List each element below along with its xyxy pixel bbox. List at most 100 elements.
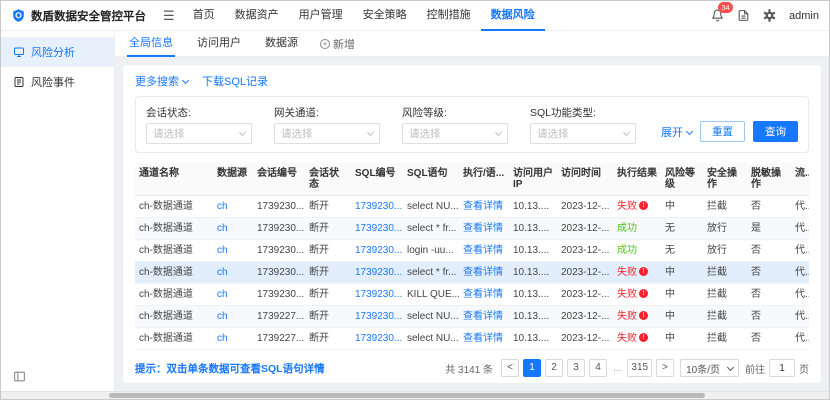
cell-channel: ch-数据通道 [135, 306, 213, 327]
cell-sql: select NU... [403, 196, 459, 217]
cell-sql_no[interactable]: 1739230... [351, 328, 403, 349]
cell-mask: 否 [747, 328, 791, 349]
expand-link[interactable]: 展开 [661, 124, 692, 140]
expand-label: 展开 [661, 127, 683, 139]
tab-bar: 全局信息访问用户数据源 + 新增 [115, 31, 829, 57]
table-row[interactable]: ch-数据通道ch1739227...断开1739230...select NU… [135, 306, 809, 328]
cell-sql_no[interactable]: 1739230... [351, 196, 403, 217]
cell-channel: ch-数据通道 [135, 262, 213, 283]
download-sql-link[interactable]: 下载SQL记录 [202, 73, 268, 89]
table-row[interactable]: ch-数据通道ch1739230...断开1739230...select * … [135, 218, 809, 240]
nav-item[interactable]: 控制措施 [417, 1, 481, 31]
cell-source[interactable]: ch [213, 218, 253, 239]
table-row[interactable]: ch-数据通道ch1739230...断开1739230...select NU… [135, 196, 809, 218]
cell-sql_no[interactable]: 1739230... [351, 262, 403, 283]
nav-item[interactable]: 数据风险 [481, 1, 545, 31]
select-placeholder: 请选择 [537, 126, 569, 141]
page-button[interactable]: 315 [627, 359, 652, 377]
cell-action: 拦截 [703, 306, 747, 327]
tab[interactable]: 数据源 [263, 31, 300, 57]
query-button[interactable]: 查询 [753, 121, 798, 142]
cell-sql_no[interactable]: 1739230... [351, 218, 403, 239]
sidebar-item-label: 风险事件 [31, 74, 75, 90]
cell-source[interactable]: ch [213, 240, 253, 261]
error-icon: ! [639, 289, 648, 298]
cell-mask: 否 [747, 284, 791, 305]
reset-button[interactable]: 重置 [700, 121, 745, 142]
page-button[interactable]: 3 [567, 359, 585, 377]
view-detail-link[interactable]: 查看详情 [463, 267, 503, 278]
page-button[interactable]: 4 [589, 359, 607, 377]
more-search-link[interactable]: 更多搜索 [135, 73, 188, 89]
cell-status: 断开 [305, 306, 351, 327]
table-row[interactable]: ch-数据通道ch1739230...断开1739230...select * … [135, 262, 809, 284]
page-button[interactable]: 2 [545, 359, 563, 377]
plus-circle-icon: + [320, 39, 330, 49]
table-footer: 提示：双击单条数据可查看SQL语句详情 共 3141 条<1234...315>… [135, 359, 809, 377]
view-detail-link[interactable]: 查看详情 [463, 223, 503, 234]
cell-source[interactable]: ch [213, 262, 253, 283]
view-detail-link[interactable]: 查看详情 [463, 201, 503, 212]
sidebar-menu: 风险分析风险事件 [1, 37, 114, 97]
nav-item[interactable]: 安全策略 [353, 1, 417, 31]
sidebar-item[interactable]: 风险分析 [1, 37, 114, 67]
cell-sql_no[interactable]: 1739230... [351, 240, 403, 261]
cell-sql_no[interactable]: 1739230... [351, 306, 403, 327]
settings-gear-icon[interactable] [763, 9, 776, 22]
nav-item[interactable]: 数据资产 [225, 1, 289, 31]
table-body: ch-数据通道ch1739230...断开1739230...select NU… [135, 196, 809, 350]
cell-risk: 中 [661, 262, 703, 283]
table-row[interactable]: ch-数据通道ch1739227...断开1739230...select NU… [135, 328, 809, 350]
table-row[interactable]: ch-数据通道ch1739230...断开1739230...login -uu… [135, 240, 809, 262]
tab[interactable]: 全局信息 [127, 31, 175, 57]
page-button[interactable]: 1 [523, 359, 541, 377]
horizontal-scrollbar[interactable] [1, 391, 829, 399]
cell-result: 成功 [613, 240, 661, 261]
username[interactable]: admin [789, 10, 819, 22]
cell-status: 断开 [305, 218, 351, 239]
filter-select[interactable]: 请选择 [530, 123, 636, 144]
select-placeholder: 请选择 [281, 126, 313, 141]
sidebar-item[interactable]: 风险事件 [1, 67, 114, 97]
tab[interactable]: 访问用户 [195, 31, 243, 57]
document-button[interactable] [737, 9, 750, 22]
notifications-button[interactable]: 34 [711, 9, 724, 22]
cell-source[interactable]: ch [213, 306, 253, 327]
menu-toggle-icon[interactable]: ☰ [163, 8, 175, 24]
view-detail-link[interactable]: 查看详情 [463, 245, 503, 256]
cell-source[interactable]: ch [213, 328, 253, 349]
chevron-down-icon [727, 363, 734, 370]
goto-page-input[interactable] [769, 359, 795, 377]
filter-select[interactable]: 请选择 [146, 123, 252, 144]
cell-source[interactable]: ch [213, 284, 253, 305]
error-icon: ! [639, 311, 648, 320]
nav-item[interactable]: 首页 [183, 1, 225, 31]
cell-source[interactable]: ch [213, 196, 253, 217]
total-count: 共 3141 条 [445, 361, 493, 376]
column-header: SQL编号 [351, 163, 403, 195]
cell-mask: 是 [747, 218, 791, 239]
column-header: 流... [791, 163, 809, 195]
toolbar-links: 更多搜索 下载SQL记录 [135, 73, 809, 89]
page-size-select[interactable]: 10条/页 [680, 359, 739, 377]
cell-sql: select NU... [403, 328, 459, 349]
cell-action: 拦截 [703, 262, 747, 283]
cell-session: 1739227... [253, 328, 305, 349]
result-text: 失败 [617, 333, 637, 344]
view-detail-link[interactable]: 查看详情 [463, 289, 503, 300]
cell-detail: 查看详情 [459, 196, 509, 217]
add-tab-button[interactable]: + 新增 [320, 36, 355, 52]
cell-flow: 代... [791, 262, 809, 283]
filter-select[interactable]: 请选择 [274, 123, 380, 144]
next-page-button[interactable]: > [656, 359, 674, 377]
collapse-sidebar-icon[interactable] [13, 370, 26, 383]
filter-select[interactable]: 请选择 [402, 123, 508, 144]
view-detail-link[interactable]: 查看详情 [463, 311, 503, 322]
page-ellipsis[interactable]: ... [611, 363, 623, 374]
cell-sql_no[interactable]: 1739230... [351, 284, 403, 305]
nav-item[interactable]: 用户管理 [289, 1, 353, 31]
scrollbar-thumb[interactable] [109, 393, 705, 398]
view-detail-link[interactable]: 查看详情 [463, 333, 503, 344]
table-row[interactable]: ch-数据通道ch1739230...断开1739230...KILL QUE.… [135, 284, 809, 306]
prev-page-button[interactable]: < [501, 359, 519, 377]
